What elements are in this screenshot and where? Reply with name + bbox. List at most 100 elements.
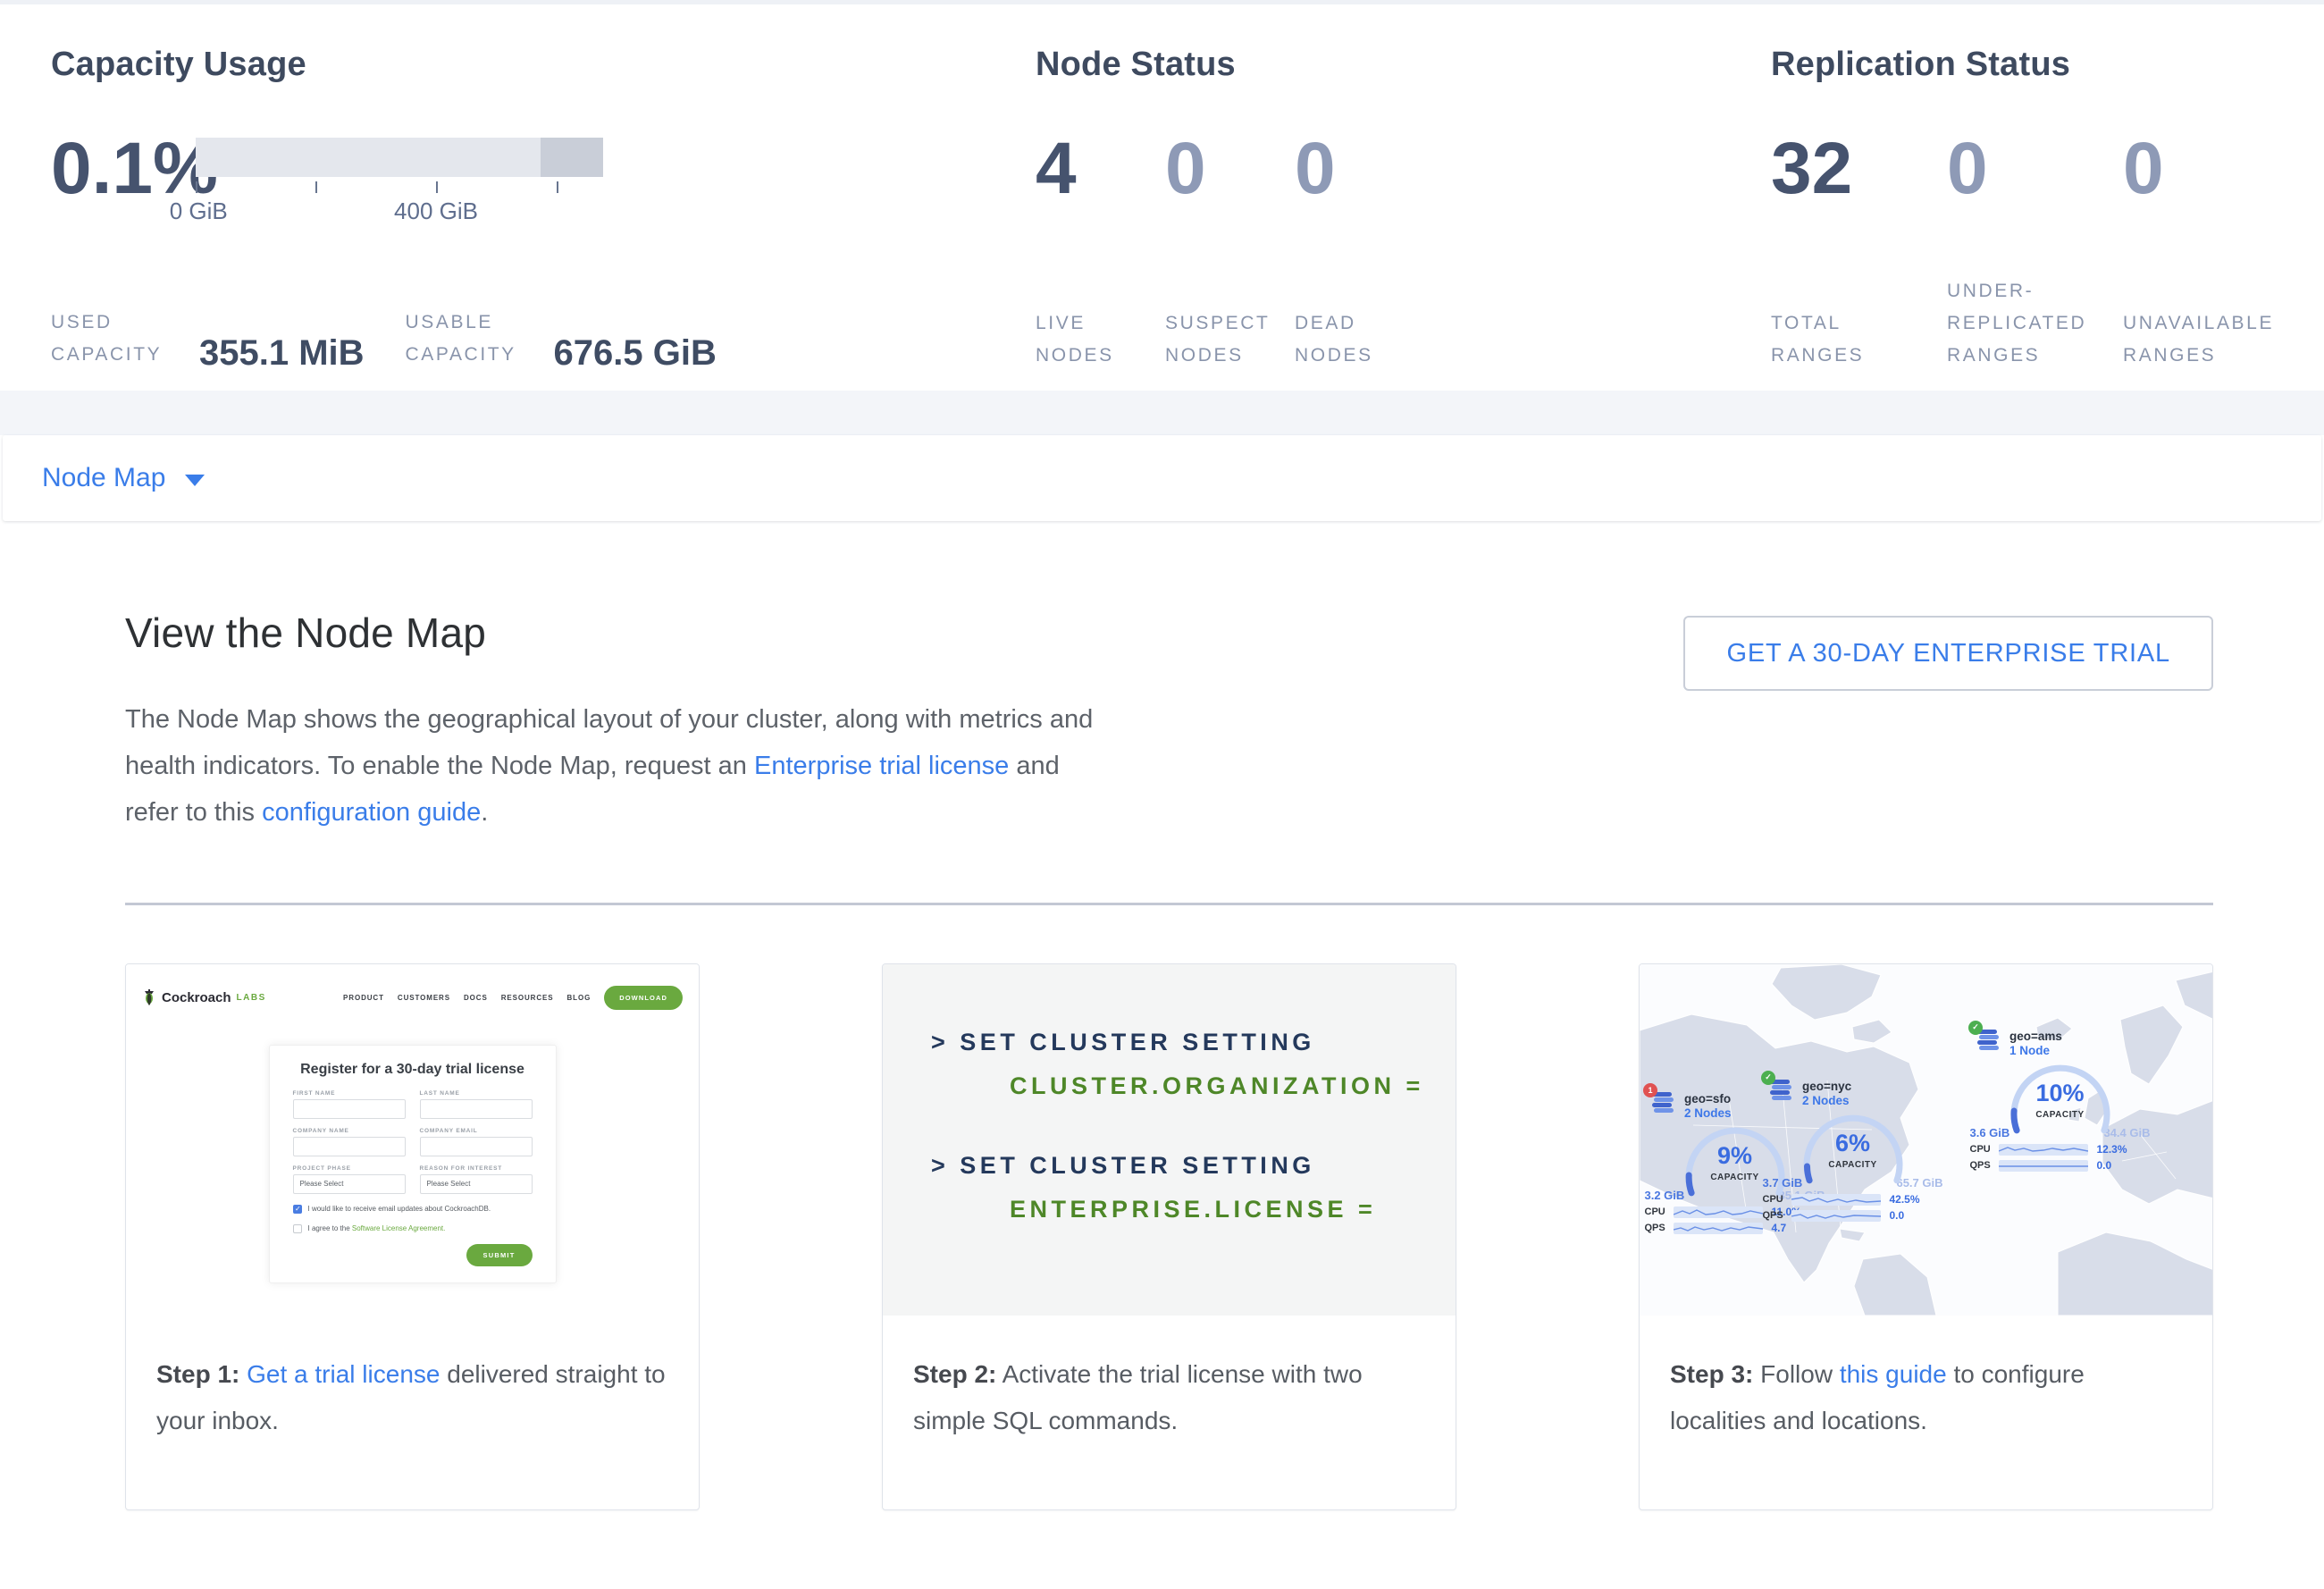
onboarding-steps: Cockroach LABS PRODUCT CUSTOMERS DOCS RE… — [125, 963, 2213, 1510]
usable-capacity-value: 676.5 GiB — [554, 334, 717, 372]
capacity-gauge: 6% CAPACITY — [1795, 1109, 1911, 1189]
cluster-organization-arg: CLUSTER.ORGANIZATION = — [1010, 1072, 1456, 1100]
mini-nav-resources: RESOURCES — [501, 994, 554, 1002]
step-2-caption: Step 2: Activate the trial license with … — [883, 1316, 1456, 1444]
capacity-usage-title: Capacity Usage — [51, 46, 1036, 84]
mini-download-button: DOWNLOAD — [604, 986, 683, 1010]
email-updates-checkbox — [293, 1205, 302, 1214]
sql-commands-preview: > SET CLUSTER SETTING CLUSTER.ORGANIZATI… — [883, 964, 1456, 1316]
cluster-node-count: 2 Nodes — [1802, 1094, 1851, 1107]
healthy-badge-icon — [1761, 1071, 1775, 1085]
step-2-card: > SET CLUSTER SETTING CLUSTER.ORGANIZATI… — [882, 963, 1456, 1510]
prompt-symbol: > — [931, 1152, 949, 1179]
reason-for-interest-select: Please Select — [420, 1174, 533, 1194]
dashboard-selector-bar: Node Map — [3, 435, 2321, 521]
used-capacity-label: USED CAPACITY — [51, 307, 192, 373]
qps-value: 0.0 — [1890, 1209, 1905, 1222]
capacity-caption: CAPACITY — [1795, 1160, 1911, 1170]
enterprise-trial-button[interactable]: GET A 30-DAY ENTERPRISE TRIAL — [1683, 616, 2213, 691]
software-license-agreement-link: Software License Agreement. — [352, 1224, 446, 1232]
set-cluster-setting-2: SET CLUSTER SETTING — [960, 1152, 1315, 1179]
license-agreement-label: I agree to the Software License Agreemen… — [308, 1224, 446, 1232]
mini-nav-product: PRODUCT — [343, 994, 384, 1002]
capacity-usage-panel: Capacity Usage 0.1% — [51, 46, 1036, 391]
capacity-bar-track — [196, 138, 603, 177]
cluster-name: geo=ams — [2009, 1029, 2062, 1045]
suspect-nodes-label: SUSPECT NODES — [1165, 307, 1288, 372]
usable-capacity-label: USABLE CAPACITY — [406, 307, 547, 373]
node-map-view-dropdown[interactable]: Node Map — [42, 463, 205, 493]
mini-nav-docs: DOCS — [464, 994, 488, 1002]
dead-nodes-value: 0 — [1295, 134, 1424, 204]
company-email-label: COMPANY EMAIL — [420, 1128, 533, 1134]
last-name-label: LAST NAME — [420, 1090, 533, 1097]
this-guide-link[interactable]: this guide — [1840, 1360, 1947, 1388]
capacity-percent: 6% — [1795, 1130, 1911, 1157]
unavailable-ranges-label: UNAVAILABLE RANGES — [2123, 307, 2291, 372]
first-name-label: FIRST NAME — [293, 1090, 406, 1097]
capacity-percent: 10% — [2002, 1080, 2118, 1107]
trial-registration-form: Register for a 30-day trial license FIRS… — [269, 1045, 557, 1283]
page-title: View the Node Map — [125, 609, 1095, 657]
qps-sparkline — [1999, 1160, 2088, 1172]
dead-nodes-stat: 0 DEAD NODES — [1295, 134, 1424, 372]
mini-submit-button: SUBMIT — [466, 1244, 533, 1266]
cpu-value: 12.3% — [2097, 1143, 2127, 1156]
node-status-title: Node Status — [1036, 46, 1771, 84]
last-name-field — [420, 1099, 533, 1119]
capacity-gauge: 10% CAPACITY — [2002, 1059, 2118, 1139]
qps-label: QPS — [1645, 1223, 1674, 1233]
prompt-symbol: > — [931, 1029, 949, 1055]
cluster-name: geo=sfo — [1684, 1091, 1732, 1107]
used-capacity-value: 355.1 MiB — [199, 334, 365, 372]
project-phase-select: Please Select — [293, 1174, 406, 1194]
get-trial-license-link[interactable]: Get a trial license — [247, 1360, 440, 1388]
cpu-label: CPU — [1645, 1206, 1674, 1217]
live-nodes-stat: 4 LIVE NODES — [1036, 134, 1165, 372]
section-divider — [125, 903, 2213, 905]
cpu-label: CPU — [1970, 1144, 1999, 1155]
suspect-nodes-stat: 0 SUSPECT NODES — [1165, 134, 1295, 372]
step-3-card: 1 geo=sfo 2 N — [1639, 963, 2213, 1510]
error-badge-icon: 1 — [1643, 1083, 1657, 1097]
healthy-badge-icon — [1968, 1021, 1983, 1035]
email-updates-label: I would like to receive email updates ab… — [308, 1205, 491, 1213]
node-map-view-label: Node Map — [42, 463, 165, 493]
hero-description: The Node Map shows the geographical layo… — [125, 696, 1095, 837]
total-ranges-label: TOTAL RANGES — [1771, 307, 1939, 372]
live-nodes-label: LIVE NODES — [1036, 307, 1159, 372]
qps-label: QPS — [1763, 1210, 1791, 1221]
first-name-field — [293, 1099, 406, 1119]
map-cluster-ams: geo=ams 1 Node 10% CAPACITY — [1968, 1029, 2152, 1173]
replication-status-title: Replication Status — [1771, 46, 2324, 84]
cockroach-bug-icon — [142, 989, 156, 1006]
qps-sparkline — [1674, 1223, 1763, 1234]
license-agreement-checkbox — [293, 1224, 302, 1233]
capacity-caption: CAPACITY — [2002, 1110, 2118, 1120]
cockroach-labs-logo: Cockroach LABS — [142, 989, 266, 1006]
qps-value: 0.0 — [2097, 1159, 2112, 1172]
cluster-node-count: 2 Nodes — [1684, 1106, 1732, 1120]
map-cluster-nyc: geo=nyc 2 Nodes 6% CAPACITY — [1761, 1079, 1944, 1223]
node-status-panel: Node Status 4 LIVE NODES 0 SUSPECT NODES… — [1036, 46, 1771, 391]
under-replicated-ranges-stat: 0 UNDER-REPLICATED RANGES — [1947, 134, 2123, 372]
reason-for-interest-label: REASON FOR INTEREST — [420, 1165, 533, 1172]
mini-nav-blog: BLOG — [566, 994, 591, 1002]
cpu-label: CPU — [1763, 1194, 1791, 1205]
cluster-name: geo=nyc — [1802, 1079, 1851, 1095]
under-replicated-ranges-value: 0 — [1947, 134, 2123, 204]
total-ranges-stat: 32 TOTAL RANGES — [1771, 134, 1947, 372]
chevron-down-icon — [185, 475, 205, 486]
unavailable-ranges-stat: 0 UNAVAILABLE RANGES — [2123, 134, 2299, 372]
enterprise-trial-license-link[interactable]: Enterprise trial license — [754, 752, 1009, 780]
replication-status-panel: Replication Status 32 TOTAL RANGES 0 UND… — [1771, 46, 2324, 391]
configuration-guide-link[interactable]: configuration guide — [262, 798, 481, 827]
mini-nav-customers: CUSTOMERS — [398, 994, 450, 1002]
live-nodes-value: 4 — [1036, 134, 1165, 204]
cluster-node-count: 1 Node — [2009, 1044, 2062, 1057]
company-email-field — [420, 1137, 533, 1156]
step-1-caption: Step 1: Get a trial license delivered st… — [126, 1316, 699, 1444]
hero-text: View the Node Map The Node Map shows the… — [125, 609, 1095, 837]
capacity-axis-ticks — [196, 181, 603, 195]
registration-form-title: Register for a 30-day trial license — [293, 1062, 533, 1078]
